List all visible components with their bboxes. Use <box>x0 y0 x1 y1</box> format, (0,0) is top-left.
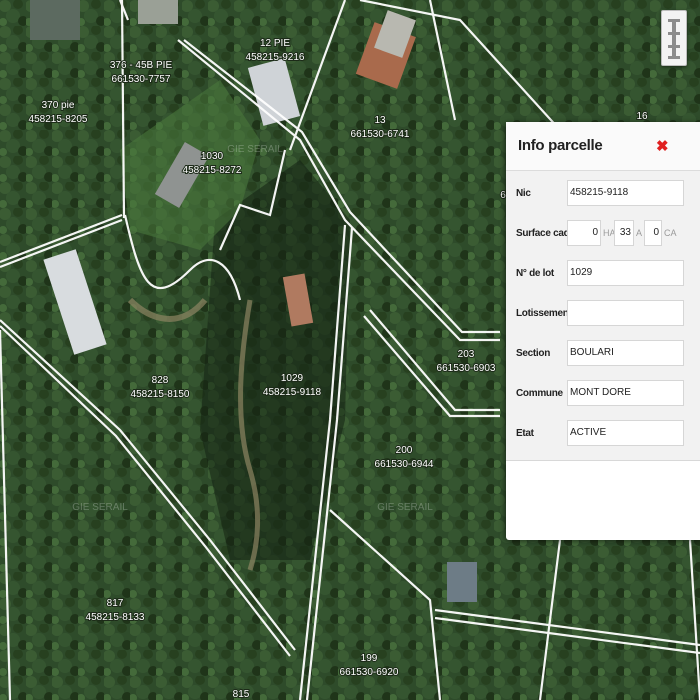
parcel-nic: 458215-8150 <box>131 389 190 400</box>
a-unit: A <box>636 228 643 238</box>
parcel-nic: 458215-8133 <box>86 612 145 623</box>
panel-body: Nic 458215-9118 Surface cad 0 HA 33 A 0 … <box>506 171 700 461</box>
surface-ha-field[interactable]: 0 <box>567 220 601 246</box>
surface-ca-field[interactable]: 0 <box>644 220 662 246</box>
etat-field[interactable]: ACTIVE <box>567 420 684 446</box>
watermark: GIE SERAIL <box>72 502 128 513</box>
commune-field[interactable]: MONT DORE <box>567 380 684 406</box>
parcel-number: 199 <box>361 653 378 664</box>
ca-unit: CA <box>664 228 677 238</box>
parcel-number: 828 <box>152 375 169 386</box>
parcel-nic: 458215-8272 <box>183 165 242 176</box>
parcel-nic: 661530-6903 <box>437 363 496 374</box>
section-field[interactable]: BOULARI <box>567 340 684 366</box>
watermark: GIE SERAIL <box>377 502 433 513</box>
field-row-nic: Nic 458215-9118 <box>506 179 700 209</box>
parcel-nic: 661530-6741 <box>351 129 410 140</box>
field-row-surface: Surface cad 0 HA 33 A 0 CA <box>506 219 700 249</box>
parcel-number: 1030 <box>201 151 224 162</box>
field-row-lotissement: Lotissement <box>506 299 700 329</box>
building <box>30 0 80 40</box>
surface-label: Surface cad <box>516 228 570 239</box>
parcel-nic: 661530-6944 <box>375 459 434 470</box>
close-icon[interactable]: ✖ <box>656 137 669 155</box>
lotissement-label: Lotissement <box>516 308 572 319</box>
parcel-number: 13 <box>374 115 386 126</box>
panel-title: Info parcelle <box>518 137 603 154</box>
field-row-commune: Commune MONT DORE <box>506 379 700 409</box>
field-row-lot: N° de lot 1029 <box>506 259 700 289</box>
commune-label: Commune <box>516 388 563 399</box>
field-row-section: Section BOULARI <box>506 339 700 369</box>
nic-field[interactable]: 458215-9118 <box>567 180 684 206</box>
lot-label: N° de lot <box>516 268 554 279</box>
parcel-number: 817 <box>107 598 124 609</box>
parcel-number: 1029 <box>281 373 304 384</box>
nic-label: Nic <box>516 188 531 199</box>
parcel-nic: 458215-9118 <box>263 387 322 398</box>
parcel-number: 16 <box>636 111 648 122</box>
lotissement-field[interactable] <box>567 300 684 326</box>
parcel-number: 815 <box>233 689 250 700</box>
watermark: GIE SERAIL <box>227 144 283 155</box>
building <box>447 562 477 602</box>
field-row-etat: Etat ACTIVE <box>506 419 700 449</box>
parcel-number: 370 pie <box>42 100 75 111</box>
section-label: Section <box>516 348 551 359</box>
lot-field[interactable]: 1029 <box>567 260 684 286</box>
parcel-nic: 458215-9216 <box>246 52 305 63</box>
parcel-number: 203 <box>458 349 475 360</box>
parcel-number: 12 PIE <box>260 38 290 49</box>
parcel-nic: 458215-8205 <box>29 114 88 125</box>
parcel-number: 200 <box>396 445 413 456</box>
parcel-number: 376 - 45B PIE <box>110 60 173 71</box>
building <box>138 0 178 24</box>
parcel-nic: 661530-6920 <box>340 667 399 678</box>
info-parcelle-panel: Info parcelle ✖ Nic 458215-9118 Surface … <box>506 122 700 540</box>
parcel-nic: 661530-7757 <box>112 74 171 85</box>
surface-a-field[interactable]: 33 <box>614 220 634 246</box>
panel-header: Info parcelle ✖ <box>506 122 700 171</box>
etat-label: Etat <box>516 428 534 439</box>
layers-button[interactable] <box>661 10 687 66</box>
